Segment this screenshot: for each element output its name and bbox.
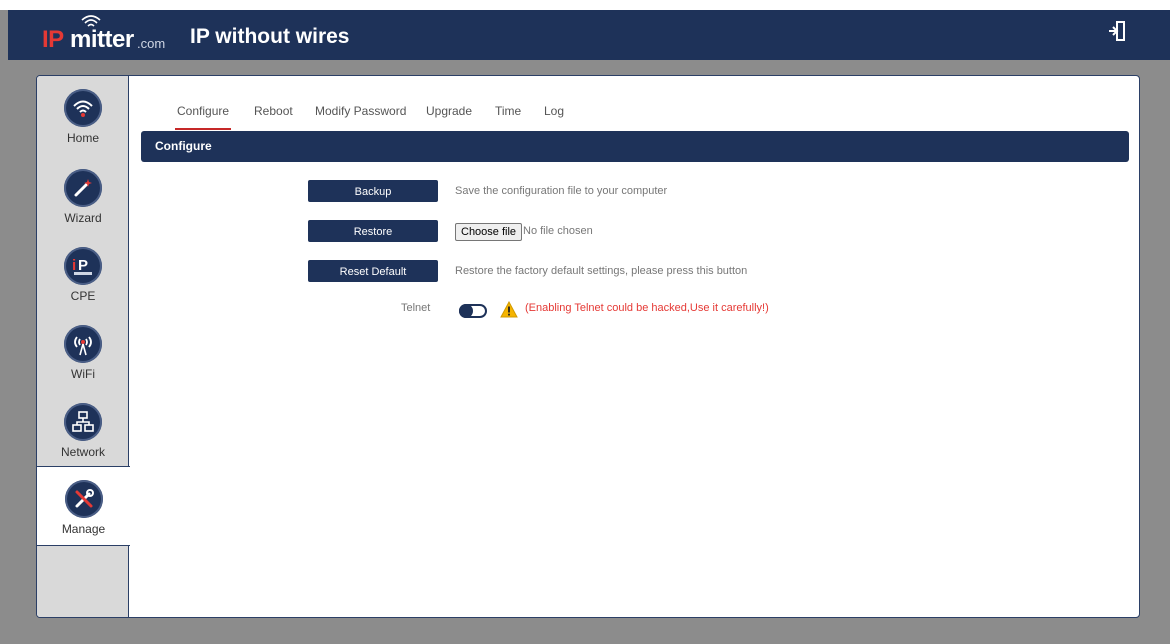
network-icon — [72, 411, 94, 432]
wifi-icon — [73, 100, 93, 117]
main-panel: Home Wizard i P CPE WiFi Network Manage … — [36, 75, 1140, 618]
backup-description: Save the configuration file to your comp… — [455, 185, 668, 197]
telnet-toggle[interactable] — [459, 304, 487, 318]
logo-mitter-text: mitter — [70, 26, 134, 53]
telnet-label: Telnet — [401, 302, 431, 314]
restore-button[interactable]: Restore — [308, 220, 438, 242]
logo-com-text: .com — [137, 36, 166, 51]
tools-icon — [75, 489, 94, 508]
logo-ip-text: IP — [42, 26, 64, 53]
sidebar-item-network[interactable]: Network — [37, 390, 129, 468]
section-header: Configure — [141, 131, 1129, 162]
warning-icon — [500, 301, 518, 318]
sidebar-item-label: Wizard — [64, 211, 102, 225]
cpe-icon: i P — [72, 257, 92, 275]
tab-log[interactable]: Log — [544, 104, 564, 118]
sidebar-item-cpe[interactable]: i P CPE — [37, 234, 129, 312]
top-strip — [0, 0, 1170, 10]
sidebar-item-wifi[interactable]: WiFi — [37, 312, 129, 390]
sidebar-item-home[interactable]: Home — [37, 76, 129, 154]
header-tagline: IP without wires — [190, 25, 350, 48]
backup-button[interactable]: Backup — [308, 180, 438, 202]
no-file-text: No file chosen — [523, 225, 593, 237]
tab-modify-password[interactable]: Modify Password — [315, 104, 406, 118]
svg-text:i: i — [72, 257, 76, 274]
sidebar-item-manage[interactable]: Manage — [37, 466, 130, 546]
tab-reboot[interactable]: Reboot — [254, 104, 293, 118]
logout-icon[interactable] — [1108, 20, 1126, 42]
choose-file-button[interactable]: Choose file — [455, 223, 523, 241]
tab-time[interactable]: Time — [495, 104, 521, 118]
app-header: IP mitter .com IP without wires — [8, 10, 1170, 60]
antenna-icon — [74, 336, 92, 356]
reset-default-button[interactable]: Reset Default — [308, 260, 438, 282]
tab-upgrade[interactable]: Upgrade — [426, 104, 472, 118]
sidebar: Home Wizard i P CPE WiFi Network Manage — [37, 76, 130, 617]
reset-description: Restore the factory default settings, pl… — [455, 265, 748, 277]
tab-configure[interactable]: Configure — [174, 104, 232, 130]
sidebar-item-wizard[interactable]: Wizard — [37, 156, 129, 234]
sidebar-item-label: WiFi — [71, 367, 95, 381]
telnet-warning-text: (Enabling Telnet could be hacked,Use it … — [525, 302, 769, 314]
sidebar-item-label: Network — [60, 445, 105, 459]
sidebar-item-label: Home — [66, 131, 99, 145]
wand-icon — [74, 179, 92, 197]
toggle-knob — [459, 304, 473, 318]
sidebar-item-label: CPE — [70, 289, 96, 303]
sidebar-item-label: Manage — [61, 522, 106, 536]
svg-text:P: P — [78, 257, 88, 274]
